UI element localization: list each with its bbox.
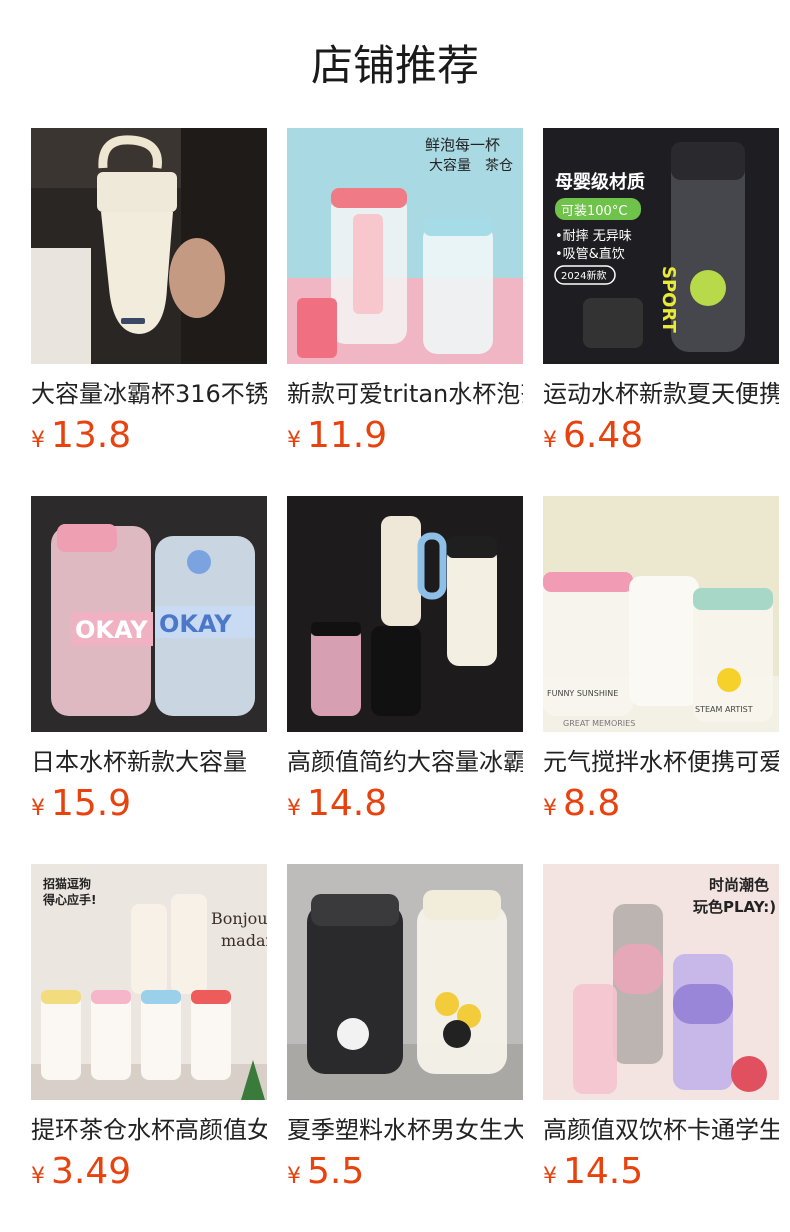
product-image[interactable]: 时尚潮色 玩色PLAY:) (543, 864, 779, 1100)
product-name[interactable]: 提环茶仓水杯高颜值女 (31, 1110, 267, 1150)
product-price: ¥6.48 (543, 414, 643, 458)
price-amount: 13.8 (51, 415, 132, 456)
image-text: 鲜泡每一杯 (425, 136, 500, 154)
product-name[interactable]: 元气搅拌水杯便携可爱 (543, 742, 779, 782)
recommend-page: 店铺推荐 大容量冰霸杯316不锈钢 ¥13.8 鲜泡每一杯 大容量 茶仓 新款可… (0, 0, 790, 1232)
product-name[interactable]: 高颜值简约大容量冰霸杯 (287, 742, 523, 782)
currency-symbol: ¥ (31, 1164, 45, 1189)
image-text: 母婴级材质 (555, 171, 645, 193)
product-name[interactable]: 新款可爱tritan水杯泡茶 (287, 374, 523, 414)
product-image[interactable]: 母婴级材质 可装100°C •耐摔 无异味 •吸管&直饮 2024新款 SPOR… (543, 128, 779, 364)
price-amount: 3.49 (51, 1151, 132, 1192)
image-text: GREAT MEMORIES (563, 719, 635, 728)
currency-symbol: ¥ (287, 796, 301, 821)
product-price: ¥8.8 (543, 782, 620, 826)
product-card[interactable]: 时尚潮色 玩色PLAY:) 高颜值双饮杯卡通学生 ¥14.5 (543, 864, 779, 1204)
product-price: ¥5.5 (287, 1150, 364, 1194)
image-text: Bonjour (211, 909, 267, 928)
product-image[interactable] (287, 864, 523, 1100)
product-name[interactable]: 日本水杯新款大容量 (31, 742, 267, 782)
price-amount: 14.8 (307, 783, 388, 824)
product-card[interactable]: 鲜泡每一杯 大容量 茶仓 新款可爱tritan水杯泡茶 ¥11.9 (287, 128, 523, 468)
price-amount: 8.8 (563, 783, 621, 824)
product-name[interactable]: 夏季塑料水杯男女生大 (287, 1110, 523, 1150)
price-amount: 5.5 (307, 1151, 365, 1192)
product-name[interactable]: 大容量冰霸杯316不锈钢 (31, 374, 267, 414)
currency-symbol: ¥ (543, 1164, 557, 1189)
image-text: 招猫逗狗 (43, 876, 91, 891)
product-image[interactable]: OKAY OKAY (31, 496, 267, 732)
currency-symbol: ¥ (543, 428, 557, 453)
currency-symbol: ¥ (287, 428, 301, 453)
currency-symbol: ¥ (543, 796, 557, 821)
image-text: STEAM ARTIST (695, 705, 753, 714)
currency-symbol: ¥ (287, 1164, 301, 1189)
product-image[interactable]: 招猫逗狗 得心应手! Bonjour madam (31, 864, 267, 1100)
image-text: OKAY (75, 616, 148, 644)
product-price: ¥3.49 (31, 1150, 131, 1194)
image-text: SPORT (658, 266, 679, 334)
image-text: 2024新款 (561, 269, 606, 282)
image-text: 玩色PLAY:) (693, 898, 776, 916)
image-text: OKAY (159, 610, 232, 638)
product-name[interactable]: 运动水杯新款夏天便携 (543, 374, 779, 414)
product-price: ¥11.9 (287, 414, 387, 458)
product-card[interactable]: 高颜值简约大容量冰霸杯 ¥14.8 (287, 496, 523, 836)
price-amount: 11.9 (307, 415, 388, 456)
image-text: FUNNY SUNSHINE (547, 689, 618, 698)
product-price: ¥13.8 (31, 414, 131, 458)
image-text: •耐摔 无异味 (555, 228, 632, 244)
product-card[interactable]: OKAY OKAY 日本水杯新款大容量 ¥15.9 (31, 496, 267, 836)
product-card[interactable]: 母婴级材质 可装100°C •耐摔 无异味 •吸管&直饮 2024新款 SPOR… (543, 128, 779, 468)
product-image[interactable]: FUNNY SUNSHINE STEAM ARTIST GREAT MEMORI… (543, 496, 779, 732)
price-amount: 15.9 (51, 783, 132, 824)
image-text: 大容量 (429, 157, 471, 174)
image-text: 可装100°C (561, 204, 627, 219)
price-amount: 14.5 (563, 1151, 644, 1192)
image-text: •吸管&直饮 (555, 247, 625, 262)
product-card[interactable]: 大容量冰霸杯316不锈钢 ¥13.8 (31, 128, 267, 468)
price-amount: 6.48 (563, 415, 644, 456)
product-card[interactable]: 夏季塑料水杯男女生大 ¥5.5 (287, 864, 523, 1204)
currency-symbol: ¥ (31, 796, 45, 821)
product-price: ¥14.5 (543, 1150, 643, 1194)
product-price: ¥15.9 (31, 782, 131, 826)
image-text: madam (221, 931, 267, 950)
image-text: 茶仓 (485, 158, 513, 174)
product-card[interactable]: FUNNY SUNSHINE STEAM ARTIST GREAT MEMORI… (543, 496, 779, 836)
product-image[interactable]: 鲜泡每一杯 大容量 茶仓 (287, 128, 523, 364)
product-card[interactable]: 招猫逗狗 得心应手! Bonjour madam 提环 (31, 864, 267, 1204)
image-text: 得心应手! (42, 892, 96, 907)
page-title: 店铺推荐 (310, 41, 479, 90)
currency-symbol: ¥ (31, 428, 45, 453)
product-name[interactable]: 高颜值双饮杯卡通学生 (543, 1110, 779, 1150)
product-image[interactable] (31, 128, 267, 364)
product-price: ¥14.8 (287, 782, 387, 826)
image-text: 时尚潮色 (709, 876, 769, 894)
product-image[interactable] (287, 496, 523, 732)
